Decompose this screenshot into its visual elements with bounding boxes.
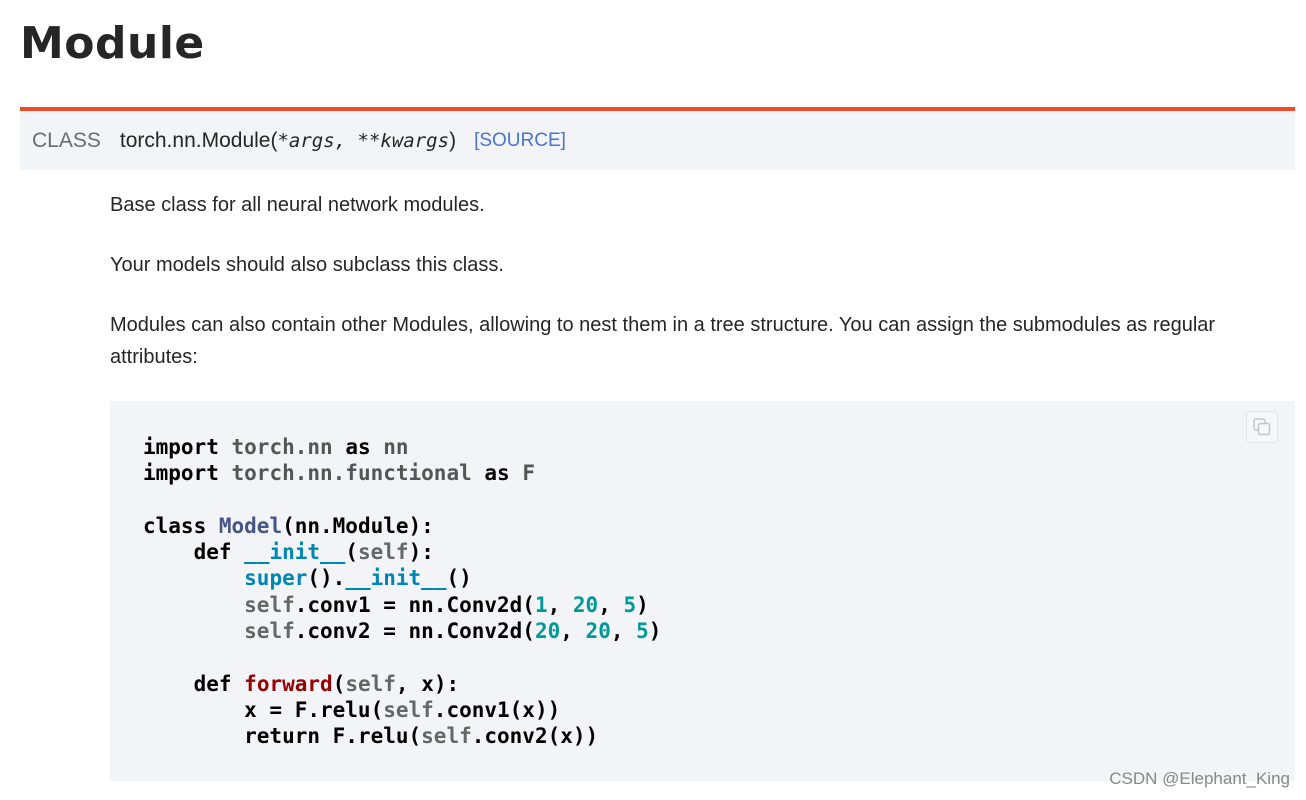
code-line: x = F.relu(self.conv1(x)) [143, 697, 561, 722]
description-paragraph-2: Your models should also subclass this cl… [110, 254, 504, 276]
class-signature: CLASS torch.nn.Module(*args, **kwargs) [… [20, 107, 1295, 170]
code-listing: import torch.nn as nn import torch.nn.fu… [143, 434, 661, 750]
source-link[interactable]: [SOURCE] [474, 130, 566, 152]
page-title: Module [20, 18, 205, 69]
code-line: class Model(nn.Module): [143, 513, 434, 538]
copy-button[interactable] [1246, 411, 1278, 443]
code-line: import torch.nn as nn [143, 435, 409, 459]
code-line: return F.relu(self.conv2(x)) [143, 724, 599, 749]
copy-icon [1253, 418, 1271, 436]
open-paren: ( [270, 128, 278, 152]
watermark: CSDN @Elephant_King [1109, 769, 1290, 788]
class-name: torch.nn.Module [119, 128, 271, 152]
code-line: def __init__(self): [193, 540, 434, 565]
class-params: *args, **kwargs [277, 129, 450, 152]
code-line: import torch.nn.functional as F [143, 461, 535, 486]
code-line: self.conv2 = nn.Conv2d(20, 20, 5) [244, 619, 662, 644]
code-line: def forward(self, x): [193, 671, 460, 696]
class-keyword: CLASS [32, 128, 101, 152]
code-line: self.conv1 = nn.Conv2d(1, 20, 5) [244, 592, 649, 617]
code-block: import torch.nn as nn import torch.nn.fu… [110, 401, 1295, 781]
description-paragraph-1: Base class for all neural network module… [110, 194, 485, 216]
close-paren: ) [449, 128, 457, 152]
description-paragraph-3: Modules can also contain other Modules, … [110, 314, 1216, 368]
code-line: super().__init__() [244, 566, 472, 591]
